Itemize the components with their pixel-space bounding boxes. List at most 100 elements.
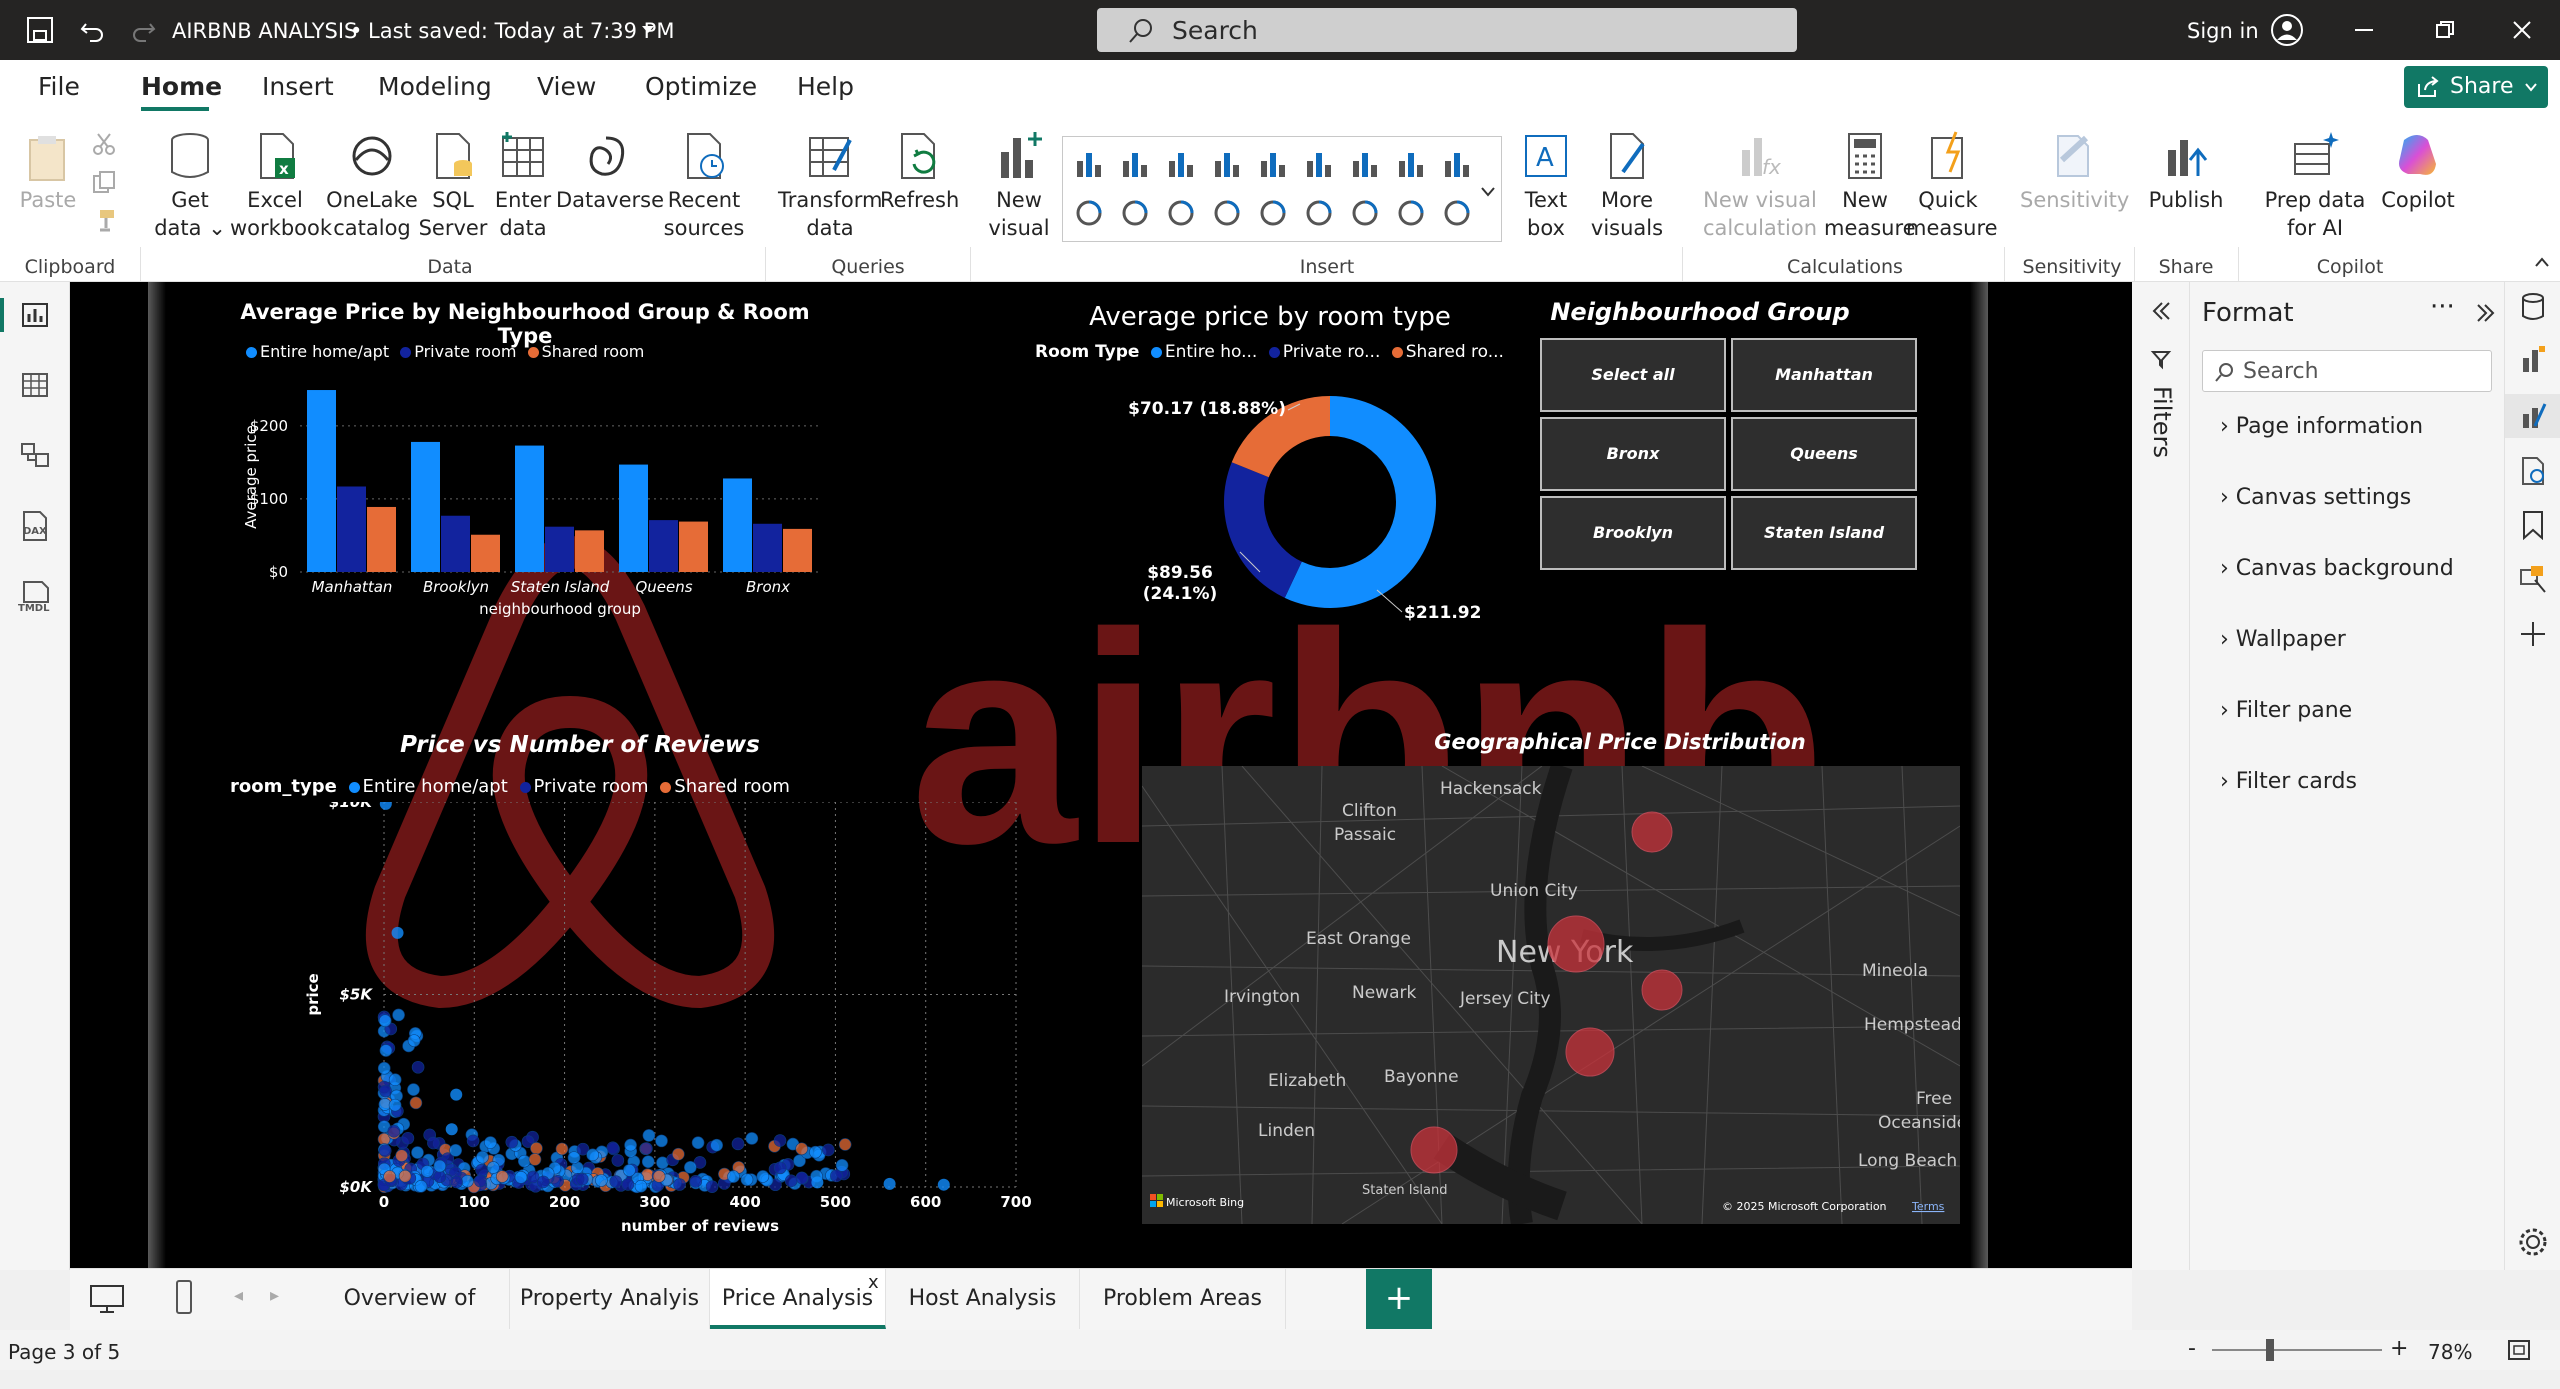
- publish-button[interactable]: Publish: [2144, 130, 2228, 214]
- sensitivity-button[interactable]: Sensitivity: [2020, 130, 2129, 214]
- map-bubble-queens[interactable]: [1641, 969, 1683, 1011]
- bar-brooklyn-0[interactable]: [411, 441, 440, 572]
- scroll-tabs-right-icon[interactable]: ▸: [270, 1285, 279, 1306]
- bar-staten-island-2[interactable]: [575, 530, 604, 572]
- scatter-point[interactable]: [411, 1060, 425, 1074]
- bar-staten-island-0[interactable]: [515, 445, 544, 572]
- scatter-point[interactable]: [672, 1147, 685, 1161]
- prep-data-for-ai-button[interactable]: Prep data for AI: [2250, 130, 2380, 242]
- scatter-point[interactable]: [392, 1008, 405, 1022]
- scatter-point[interactable]: [379, 1044, 393, 1057]
- scatter-point[interactable]: [756, 1170, 770, 1183]
- scatter-point[interactable]: [623, 1164, 636, 1177]
- bar-queens-2[interactable]: [679, 521, 708, 572]
- zoom-slider[interactable]: [2212, 1349, 2382, 1351]
- map-bubble-staten-island[interactable]: [1410, 1126, 1458, 1174]
- close-icon[interactable]: [2512, 20, 2532, 40]
- zoom-in-icon[interactable]: +: [2390, 1336, 2408, 1361]
- onelake-catalog-button[interactable]: OneLake catalog: [322, 130, 422, 242]
- visual-type-icon[interactable]: [1441, 197, 1473, 229]
- scatter-point[interactable]: [641, 1155, 655, 1168]
- scatter-point[interactable]: [518, 1154, 531, 1168]
- copilot-button[interactable]: Copilot: [2368, 130, 2468, 214]
- menu-insert[interactable]: Insert: [262, 72, 334, 101]
- visuals-gallery[interactable]: [1062, 136, 1502, 242]
- scatter-point[interactable]: [575, 1172, 589, 1186]
- scatter-point[interactable]: [655, 1134, 668, 1148]
- scatter-point[interactable]: [433, 1159, 447, 1173]
- cut-icon[interactable]: [92, 132, 116, 156]
- minimize-icon[interactable]: [2355, 29, 2375, 33]
- scatter-point[interactable]: [586, 1148, 599, 1162]
- scatter-point[interactable]: [414, 1179, 428, 1193]
- visual-type-icon[interactable]: [1349, 147, 1381, 179]
- collapse-ribbon-icon[interactable]: [2534, 256, 2550, 268]
- undo-icon[interactable]: [78, 16, 106, 44]
- scatter-point[interactable]: [652, 1170, 666, 1183]
- format-card-canvas-background[interactable]: › Canvas background: [2220, 556, 2454, 581]
- scatter-point[interactable]: [407, 1083, 420, 1096]
- dataverse-button[interactable]: Dataverse: [556, 130, 664, 214]
- visual-type-icon[interactable]: [1165, 197, 1197, 229]
- settings-gear-icon[interactable]: [2517, 1226, 2549, 1258]
- visual-type-icon[interactable]: [1211, 147, 1243, 179]
- scatter-point[interactable]: [398, 1169, 412, 1183]
- data-pane-icon[interactable]: [2519, 292, 2547, 322]
- scatter-point[interactable]: [821, 1143, 835, 1157]
- fit-to-page-icon[interactable]: [2506, 1338, 2532, 1362]
- scatter-point[interactable]: [784, 1174, 798, 1188]
- scatter-point[interactable]: [378, 1014, 392, 1028]
- save-icon[interactable]: [26, 16, 54, 44]
- scatter-point[interactable]: [387, 1124, 401, 1138]
- scatter-chart[interactable]: 0 100 200 300 400 500 600 700 $0K $5K $10K number o…: [220, 802, 1160, 1262]
- tab-overview-of-airbnb[interactable]: Overview of Airbnb: [310, 1269, 510, 1371]
- scatter-point[interactable]: [383, 1170, 396, 1183]
- scatter-point[interactable]: [883, 1177, 896, 1190]
- scatter-point[interactable]: [388, 1098, 402, 1112]
- scatter-point[interactable]: [621, 1178, 635, 1191]
- bar-queens-0[interactable]: [619, 464, 648, 572]
- model-view-icon[interactable]: [20, 440, 50, 470]
- scatter-point[interactable]: [689, 1175, 703, 1188]
- dax-query-view-icon[interactable]: DAX: [20, 510, 50, 542]
- copy-icon[interactable]: [92, 170, 116, 194]
- transform-data-button[interactable]: Transform data: [778, 130, 882, 242]
- scatter-point[interactable]: [450, 1175, 463, 1189]
- expand-filters-icon[interactable]: [2150, 300, 2172, 322]
- scatter-point[interactable]: [795, 1142, 808, 1156]
- slicer-item-staten-island[interactable]: Staten Island: [1731, 496, 1917, 570]
- format-card-wallpaper[interactable]: › Wallpaper: [2220, 627, 2346, 652]
- scatter-point[interactable]: [484, 1136, 497, 1149]
- text-box-button[interactable]: A Text box: [1510, 130, 1582, 242]
- scatter-point[interactable]: [514, 1170, 528, 1184]
- collapse-pane-icon[interactable]: [2474, 302, 2496, 324]
- map-terms-link[interactable]: Terms: [1911, 1200, 1945, 1213]
- enter-data-button[interactable]: Enter data: [488, 130, 558, 242]
- scatter-point[interactable]: [450, 1088, 463, 1101]
- visual-type-icon[interactable]: [1073, 197, 1105, 229]
- map-bubble-manhattan[interactable]: [1547, 915, 1605, 973]
- scatter-point[interactable]: [475, 1163, 488, 1177]
- scatter-point[interactable]: [476, 1150, 489, 1164]
- recent-sources-button[interactable]: Recent sources: [660, 130, 748, 242]
- scatter-point[interactable]: [495, 1170, 509, 1183]
- donut-chart[interactable]: $211.92 (57.02%) $89.56(24.1%) $70.17 (18.…: [1040, 382, 1480, 642]
- chevron-down-icon[interactable]: [640, 24, 656, 36]
- format-card-canvas-settings[interactable]: › Canvas settings: [2220, 485, 2411, 510]
- scatter-point[interactable]: [420, 1165, 434, 1178]
- more-visuals-button[interactable]: More visuals: [1584, 130, 1670, 242]
- scatter-point[interactable]: [388, 1073, 402, 1087]
- menu-view[interactable]: View: [537, 72, 596, 101]
- restore-icon[interactable]: [2435, 20, 2455, 40]
- bar-manhattan-1[interactable]: [337, 486, 366, 573]
- scatter-point[interactable]: [642, 1129, 656, 1142]
- format-painter-icon[interactable]: [92, 208, 116, 232]
- scatter-point[interactable]: [640, 1142, 653, 1155]
- slicer-item-queens[interactable]: Queens: [1731, 417, 1917, 491]
- tab-close-icon[interactable]: x: [868, 1253, 879, 1313]
- filters-pane-collapsed[interactable]: Filters: [2132, 282, 2190, 1270]
- scatter-point[interactable]: [377, 1061, 391, 1075]
- scatter-point[interactable]: [449, 1144, 462, 1157]
- more-options-icon[interactable]: ···: [2430, 292, 2455, 322]
- format-search-input[interactable]: Search: [2202, 350, 2492, 392]
